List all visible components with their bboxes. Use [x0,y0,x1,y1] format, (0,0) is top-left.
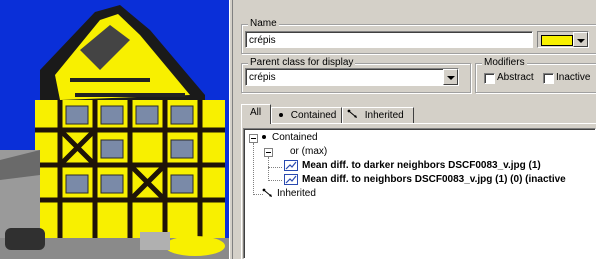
collapse-or-max-button[interactable] [264,148,273,157]
parent-class-select[interactable]: crépis [245,68,459,86]
tab-contained[interactable]: Contained [271,107,342,124]
dot-icon [262,134,266,139]
tree-item-feature[interactable]: Mean diff. to darker neighbors DSCF0083_… [284,159,541,173]
name-label: Name [248,18,279,30]
color-picker[interactable] [537,31,589,48]
name-value: crépis [249,35,276,46]
name-input[interactable]: crépis [245,31,533,48]
tree-item-feature-label: Mean diff. to neighbors DSCF0083_v.jpg (… [302,174,566,185]
inactive-label: Inactive [556,72,591,83]
inherit-arrow-icon [262,188,272,198]
modifiers-label: Modifiers [482,57,527,69]
classified-image-view[interactable] [0,0,229,259]
color-dropdown-button[interactable] [573,32,588,47]
chevron-down-icon [577,39,585,43]
parent-class-value: crépis [249,72,276,83]
tree-connector [268,167,282,168]
tab-all[interactable]: All [241,104,271,124]
dot-icon [279,112,283,117]
tree-item-contained-label: Contained [272,132,318,143]
tree-item-or-max-label: or (max) [290,146,328,157]
tab-inherited-label: Inherited [364,110,404,121]
parent-class-dropdown-button[interactable] [443,69,458,85]
abstract-label: Abstract [497,72,534,83]
tree-connector [268,180,282,181]
tree-item-feature-label: Mean diff. to darker neighbors DSCF0083_… [302,160,541,171]
feature-chart-icon [284,173,298,185]
tab-strip: All Contained Inherited [241,104,596,125]
tab-inherited[interactable]: Inherited [342,107,414,124]
tree-item-inherited-label: Inherited [277,188,316,199]
feature-chart-icon [284,159,298,171]
abstract-checkbox[interactable] [484,73,495,84]
color-swatch [541,35,573,46]
tree-item-or-max[interactable]: or (max) [290,145,327,159]
class-description-tree[interactable]: Contained or (max) Mean diff. to darker … [243,128,596,259]
tab-contained-label: Contained [290,110,337,121]
chevron-down-icon [447,76,455,80]
tree-connector [268,157,269,181]
tree-item-feature[interactable]: Mean diff. to neighbors DSCF0083_v.jpg (… [284,173,566,187]
tree-connector [253,143,254,195]
collapse-contained-button[interactable] [249,134,258,143]
tab-all-label: All [250,107,262,118]
inherit-arrow-icon [347,109,357,119]
tree-item-contained[interactable]: Contained [262,131,318,145]
tree-item-inherited[interactable]: Inherited [262,187,316,201]
inactive-checkbox[interactable] [543,73,554,84]
class-properties-panel: Name crépis Parent class for display cré… [233,0,596,259]
house-image [0,0,229,259]
